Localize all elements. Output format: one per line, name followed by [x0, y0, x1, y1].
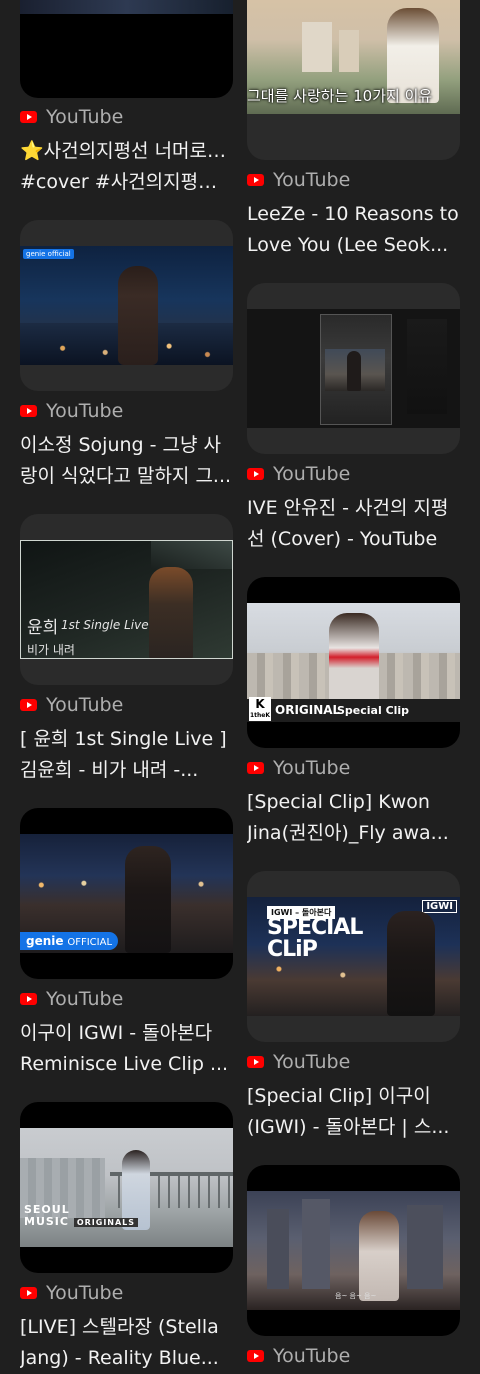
lyric-subtitle: 음~ 음~ 음~	[335, 1292, 377, 1300]
video-title[interactable]: LeeZe - 10 Reasons to Love You (Lee Seok…	[247, 199, 460, 261]
singer-figure	[359, 1211, 399, 1301]
youtube-icon	[247, 1350, 264, 1362]
title-line: Jang) - Reality Blue...	[20, 1347, 219, 1369]
video-title[interactable]: [Special Clip] 이구이 (IGWI) - 돌아본다 | 스...	[247, 1081, 460, 1143]
title-line: Jina(권진아)_Fly awa...	[247, 822, 449, 844]
source-row: YouTube	[20, 1282, 123, 1304]
source-label: YouTube	[46, 694, 124, 716]
singer-figure	[118, 266, 158, 365]
source-row: YouTube	[20, 400, 123, 422]
source-row: YouTube	[247, 757, 350, 779]
1thek-logo: K 1theK	[249, 697, 271, 721]
thumb-subtitle: 1st Single Live	[61, 618, 149, 632]
video-title[interactable]: [LIVE] 스텔라장 (Stella Jang) - Reality Blue…	[20, 1312, 233, 1374]
thek-label: 1theK	[249, 712, 271, 719]
singer-figure	[387, 911, 435, 1016]
youtube-icon	[20, 1287, 37, 1299]
video-title[interactable]: [Special Clip] Kwon Jina(권진아)_Fly awa...	[247, 787, 460, 849]
youtube-icon	[20, 405, 37, 417]
video-thumbnail[interactable]: SEOUL MUSIC ORIGINALS	[20, 1102, 233, 1273]
genie-official-badge: genie official	[23, 249, 74, 259]
source-label: YouTube	[273, 1345, 351, 1367]
video-thumbnail[interactable]: K 1theK ORIGINAL Special Clip	[247, 577, 460, 748]
title-line: [Special Clip] Kwon	[247, 791, 430, 813]
video-thumbnail[interactable]: 그대를 사랑하는 10가지 이유	[247, 0, 460, 160]
youtube-icon	[20, 699, 37, 711]
title-line: 랑이 식었다고 말하지 그...	[20, 465, 232, 487]
video-thumbnail[interactable]	[247, 283, 460, 454]
video-title[interactable]: [ 윤희 1st Single Live ] 김윤희 - 비가 내려 -...	[20, 724, 233, 786]
source-row: YouTube	[247, 463, 350, 485]
video-thumbnail[interactable]: 음~ 음~ 음~	[247, 1165, 460, 1336]
title-line: ⭐사건의지평선 너머로~~	[20, 140, 233, 162]
title-line: Reminisce Live Clip ...	[20, 1053, 229, 1075]
video-thumbnail[interactable]	[20, 0, 233, 98]
title-line: 이소정 Sojung - 그냥 사	[20, 434, 222, 456]
youtube-icon	[247, 468, 264, 480]
clip-word: CLiP	[267, 937, 318, 962]
youtube-icon	[247, 762, 264, 774]
title-line: [Special Clip] 이구이	[247, 1085, 431, 1107]
source-label: YouTube	[46, 988, 124, 1010]
video-thumbnail[interactable]: IGWI IGWI – 돌아본다 SPECIAL CLiP	[247, 871, 460, 1042]
source-label: YouTube	[46, 400, 124, 422]
title-line: IVE 안유진 - 사건의 지평	[247, 497, 449, 519]
special-word: SPECIAL	[267, 915, 363, 940]
official-label: OFFICIAL	[67, 937, 113, 948]
youtube-icon	[247, 1056, 264, 1068]
singer-figure	[149, 567, 193, 658]
singer-figure	[329, 613, 379, 705]
igwi-badge: IGWI	[422, 900, 457, 913]
title-line: 선 (Cover) - YouTube	[247, 528, 438, 550]
title-line: Love You (Lee Seok...	[247, 234, 449, 256]
source-row: YouTube	[247, 1051, 350, 1073]
thumb-caption: 그대를 사랑하는 10가지 이유	[247, 87, 433, 105]
singer-figure	[125, 846, 171, 953]
title-line: LeeZe - 10 Reasons to	[247, 203, 459, 225]
special-clip-title: SPECIAL CLiP	[267, 915, 363, 962]
youtube-icon	[20, 993, 37, 1005]
thumb-name: 윤희	[27, 618, 59, 638]
source-label: YouTube	[273, 757, 351, 779]
title-line: (IGWI) - 돌아본다 | 스...	[247, 1116, 450, 1138]
source-row: YouTube	[20, 106, 123, 128]
music-label: MUSIC	[24, 1215, 69, 1228]
source-label: YouTube	[46, 106, 124, 128]
genie-official-badge: genie OFFICIAL	[20, 932, 119, 950]
source-row: YouTube	[20, 988, 123, 1010]
genie-label: genie	[26, 934, 64, 948]
source-row: YouTube	[247, 1345, 350, 1367]
original-label: ORIGINAL	[275, 703, 341, 717]
video-thumbnail[interactable]: genie OFFICIAL	[20, 808, 233, 979]
source-label: YouTube	[273, 1051, 351, 1073]
source-row: YouTube	[20, 694, 123, 716]
video-title[interactable]: 이소정 Sojung - 그냥 사 랑이 식었다고 말하지 그...	[20, 430, 233, 492]
title-line: 김윤희 - 비가 내려 -...	[20, 759, 199, 781]
video-thumbnail[interactable]: 윤희 1st Single Live 비가 내려	[20, 514, 233, 685]
k-logo: K	[255, 697, 265, 711]
youtube-icon	[20, 111, 37, 123]
video-title[interactable]: 이구이 IGWI - 돌아본다 Reminisce Live Clip ...	[20, 1018, 233, 1080]
title-line: [ 윤희 1st Single Live ]	[20, 728, 227, 750]
video-title[interactable]: IVE 안유진 - 사건의 지평 선 (Cover) - YouTube	[247, 493, 460, 555]
video-title[interactable]: ⭐사건의지평선 너머로~~ #cover #사건의지평선 ...	[20, 136, 233, 198]
title-line: 이구이 IGWI - 돌아본다	[20, 1022, 213, 1044]
video-thumbnail[interactable]: genie official	[20, 220, 233, 391]
thumb-song: 비가 내려	[27, 643, 75, 657]
title-line: [LIVE] 스텔라장 (Stella	[20, 1316, 219, 1338]
seoul-music-logo: SEOUL MUSIC ORIGINALS	[24, 1204, 139, 1229]
youtube-icon	[247, 174, 264, 186]
title-line: #cover #사건의지평선 ...	[20, 171, 233, 193]
source-label: YouTube	[46, 1282, 124, 1304]
source-label: YouTube	[273, 463, 351, 485]
source-row: YouTube	[247, 169, 350, 191]
source-label: YouTube	[273, 169, 351, 191]
originals-label: ORIGINALS	[73, 1218, 139, 1227]
special-clip-label: Special Clip	[337, 704, 410, 717]
